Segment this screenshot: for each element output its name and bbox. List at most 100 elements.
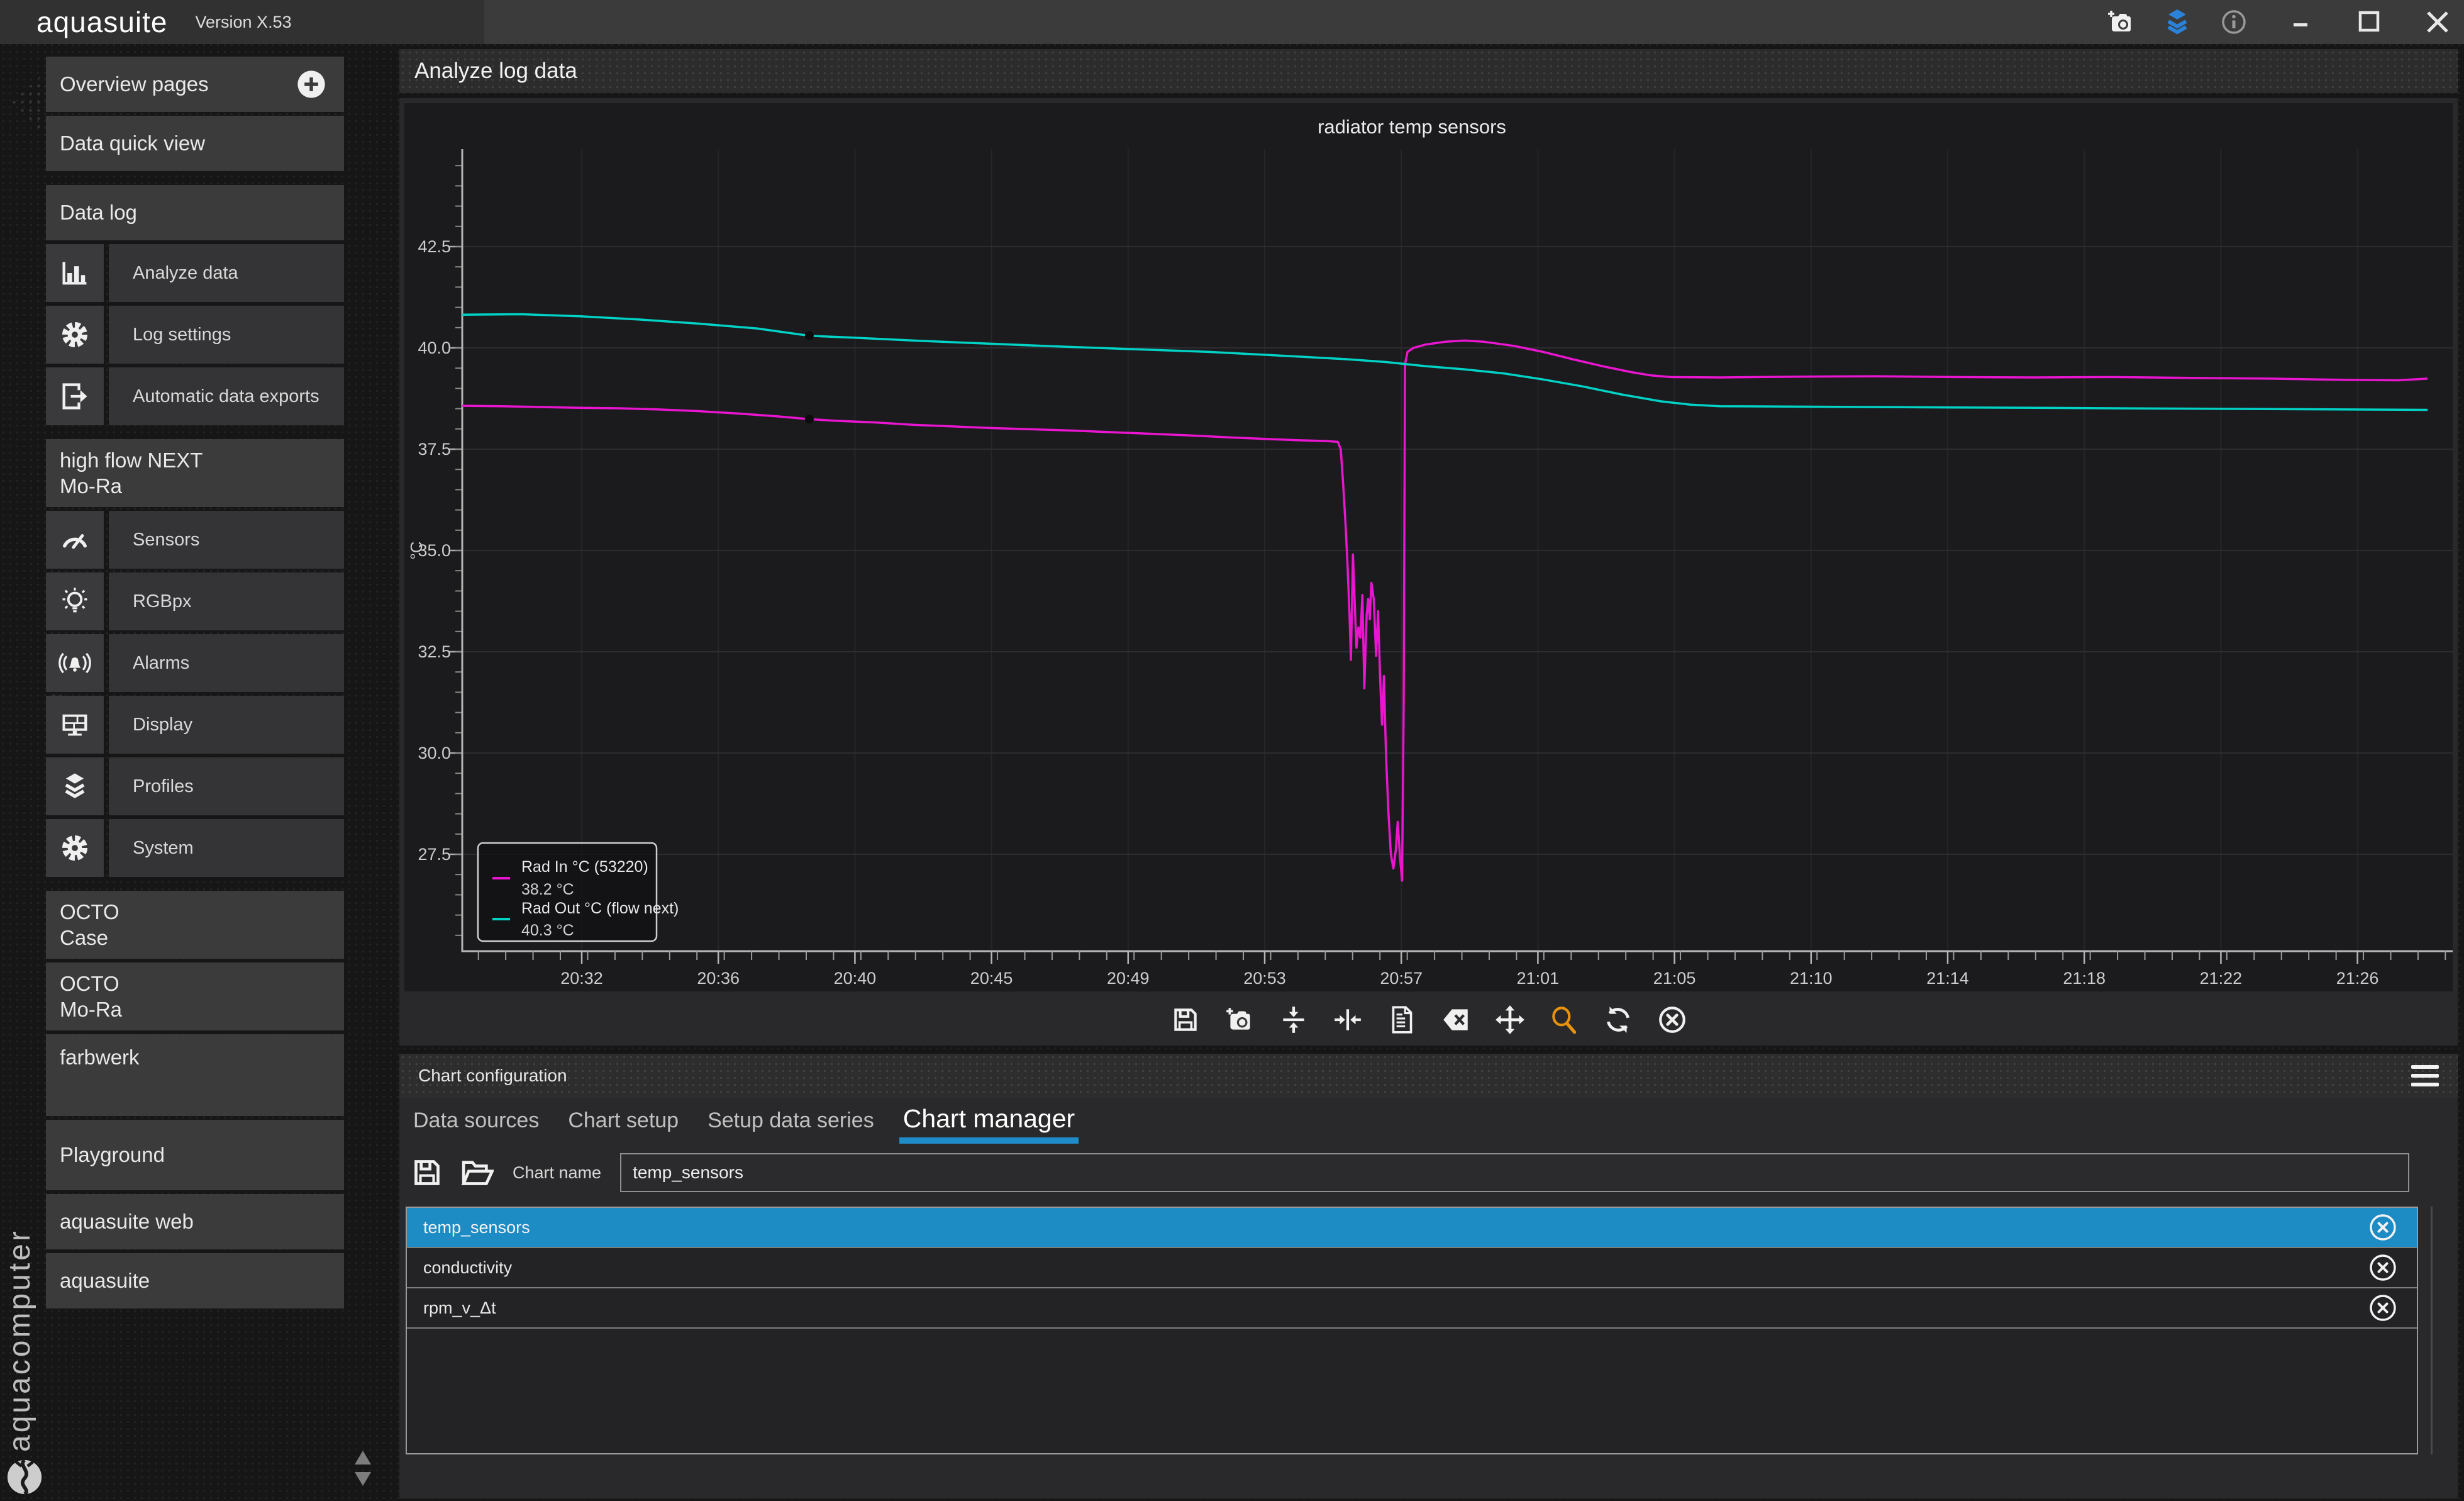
layers-icon[interactable] — [2162, 7, 2192, 37]
app-logo-box: aquasuite Version X.53 — [0, 0, 484, 44]
sidebar-item-data-quick-view[interactable]: Data quick view — [46, 116, 344, 171]
menu-icon[interactable] — [2411, 1065, 2439, 1086]
scroll-up-icon[interactable] — [355, 1451, 371, 1465]
sidebar-item-high-flow-next[interactable]: high flow NEXTMo-Ra — [46, 439, 344, 507]
chart-name-label: Chart name — [513, 1163, 601, 1183]
sidebar-item-automatic-data-exports[interactable]: Automatic data exports — [46, 367, 344, 425]
sidebar-item-system[interactable]: System — [46, 819, 344, 877]
list-scrollbar[interactable] — [2431, 1207, 2433, 1454]
sidebar-item-display[interactable]: Display — [46, 696, 344, 754]
delete-chart-button[interactable] — [2368, 1212, 2398, 1242]
save-button[interactable] — [1170, 1004, 1201, 1035]
svg-text:Rad In °C (53220): Rad In °C (53220) — [521, 858, 648, 876]
sidebar-item-playground[interactable]: Playground — [46, 1120, 344, 1190]
export-icon — [46, 367, 104, 425]
close-icon[interactable] — [2422, 7, 2453, 37]
config-header-title: Chart configuration — [418, 1066, 567, 1086]
gauge-icon — [46, 511, 104, 569]
chart-list-row-rpm-v-t[interactable]: rpm_v_Δt — [407, 1288, 2417, 1329]
sidebar-item-overview-pages[interactable]: Overview pages — [46, 57, 344, 112]
app-logo: aquasuite — [36, 5, 168, 39]
sidebar-item-sensors[interactable]: Sensors — [46, 511, 344, 569]
svg-text:40.0: 40.0 — [418, 338, 451, 357]
page-title: Analyze log data — [399, 49, 2458, 93]
legend: Rad In °C (53220)38.2 °CRad Out °C (flow… — [478, 843, 679, 941]
aquasuite-window: aquasuite Version X.53 Overview pages Dat… — [0, 0, 2464, 1501]
tab-chart-setup[interactable]: Chart setup — [568, 1108, 679, 1142]
svg-text:42.5: 42.5 — [418, 237, 451, 256]
chart-name-input[interactable] — [620, 1153, 2409, 1192]
info-icon[interactable] — [2219, 7, 2249, 37]
maximize-icon[interactable] — [2355, 7, 2385, 37]
data-point-marker — [805, 415, 814, 423]
camera-plus-button[interactable] — [1224, 1004, 1255, 1035]
camera-plus-icon[interactable] — [2106, 7, 2136, 37]
svg-text:32.5: 32.5 — [418, 642, 451, 661]
document-button[interactable] — [1386, 1004, 1418, 1035]
sidebar-item-label2: Case — [60, 925, 330, 951]
sidebar-item-aquasuite[interactable]: aquasuite — [46, 1253, 344, 1308]
svg-text:27.5: 27.5 — [418, 845, 451, 864]
fit-horizontal-button[interactable] — [1332, 1004, 1363, 1035]
sidebar-item-label: Data quick view — [60, 131, 205, 155]
page-title-text: Analyze log data — [414, 59, 577, 84]
sidebar-item-profiles[interactable]: Profiles — [46, 757, 344, 815]
sidebar-item-label: Alarms — [109, 634, 344, 692]
svg-text:20:40: 20:40 — [834, 969, 877, 988]
svg-text:21:26: 21:26 — [2336, 969, 2379, 988]
delete-chart-button[interactable] — [2368, 1253, 2398, 1283]
tab-setup-data-series[interactable]: Setup data series — [708, 1108, 874, 1142]
sidebar-item-log-settings[interactable]: Log settings — [46, 306, 344, 364]
sidebar-item-label: Profiles — [109, 757, 344, 815]
backspace-delete-button[interactable] — [1440, 1004, 1472, 1035]
sidebar-item-analyze-data[interactable]: Analyze data — [46, 244, 344, 302]
sidebar-item-alarms[interactable]: Alarms — [46, 634, 344, 692]
sidebar-item-aquasuite-web[interactable]: aquasuite web — [46, 1194, 344, 1249]
sidebar-item-label: aquasuite — [60, 1269, 150, 1293]
svg-text:21:22: 21:22 — [2200, 969, 2243, 988]
bar-chart-icon — [46, 244, 104, 302]
series-rad-out — [462, 315, 2428, 410]
tab-data-sources[interactable]: Data sources — [413, 1108, 539, 1142]
refresh-button[interactable] — [1602, 1004, 1634, 1035]
temperature-chart[interactable]: 42.540.037.535.032.530.027.520:3220:3620… — [404, 103, 2453, 991]
sidebar-scrollbar[interactable] — [353, 1451, 372, 1498]
sidebar-item-octo[interactable]: OCTOCase — [46, 891, 344, 959]
sidebar-item-label2: Mo-Ra — [60, 473, 330, 499]
svg-text:38.2 °C: 38.2 °C — [521, 881, 574, 898]
sidebar-item-label2: Mo-Ra — [60, 996, 330, 1022]
close-button[interactable] — [1657, 1004, 1688, 1035]
monitor-icon — [46, 696, 104, 754]
chart-toolbar — [399, 994, 2458, 1046]
zoom-button[interactable] — [1548, 1004, 1580, 1035]
sidebar-item-label: Analyze data — [109, 244, 344, 302]
sidebar-item-farbwerk[interactable]: farbwerk — [46, 1034, 344, 1116]
series-rad-in — [462, 340, 2428, 881]
sidebar-item-label: RGBpx — [109, 572, 344, 630]
sidebar-item-octo[interactable]: OCTOMo-Ra — [46, 963, 344, 1030]
config-tabs: Data sources Chart setup Setup data series… — [413, 1104, 1075, 1142]
add-overview-page-button[interactable] — [295, 68, 328, 101]
fit-vertical-button[interactable] — [1278, 1004, 1309, 1035]
sidebar-item-data-log[interactable]: Data log — [46, 185, 344, 240]
delete-chart-button[interactable] — [2368, 1293, 2398, 1323]
chart-list-row-temp-sensors[interactable]: temp_sensors — [407, 1208, 2417, 1248]
scroll-down-icon[interactable] — [355, 1472, 371, 1486]
minimize-icon[interactable] — [2287, 7, 2317, 37]
sidebar-item-rgbpx[interactable]: RGBpx — [46, 572, 344, 630]
app-version: Version X.53 — [196, 13, 292, 32]
chart-list: temp_sensors conductivity rpm_v_Δt — [406, 1207, 2418, 1454]
y-axis-label: °C — [407, 541, 426, 559]
svg-text:20:53: 20:53 — [1243, 969, 1286, 988]
chart-list-row-conductivity[interactable]: conductivity — [407, 1248, 2417, 1288]
load-chart-button[interactable] — [458, 1155, 494, 1190]
tab-chart-manager[interactable]: Chart manager — [903, 1104, 1075, 1142]
svg-text:21:18: 21:18 — [2063, 969, 2106, 988]
sidebar-item-label: Sensors — [109, 511, 344, 569]
chart-configuration-panel: Chart configuration Data sources Chart se… — [399, 1054, 2458, 1498]
chart-list-row-label: temp_sensors — [423, 1218, 530, 1237]
move-button[interactable] — [1494, 1004, 1526, 1035]
save-chart-button[interactable] — [409, 1155, 445, 1190]
sidebar: Overview pages Data quick view Data logAna… — [46, 57, 344, 1308]
chart-list-row-label: conductivity — [423, 1258, 512, 1278]
